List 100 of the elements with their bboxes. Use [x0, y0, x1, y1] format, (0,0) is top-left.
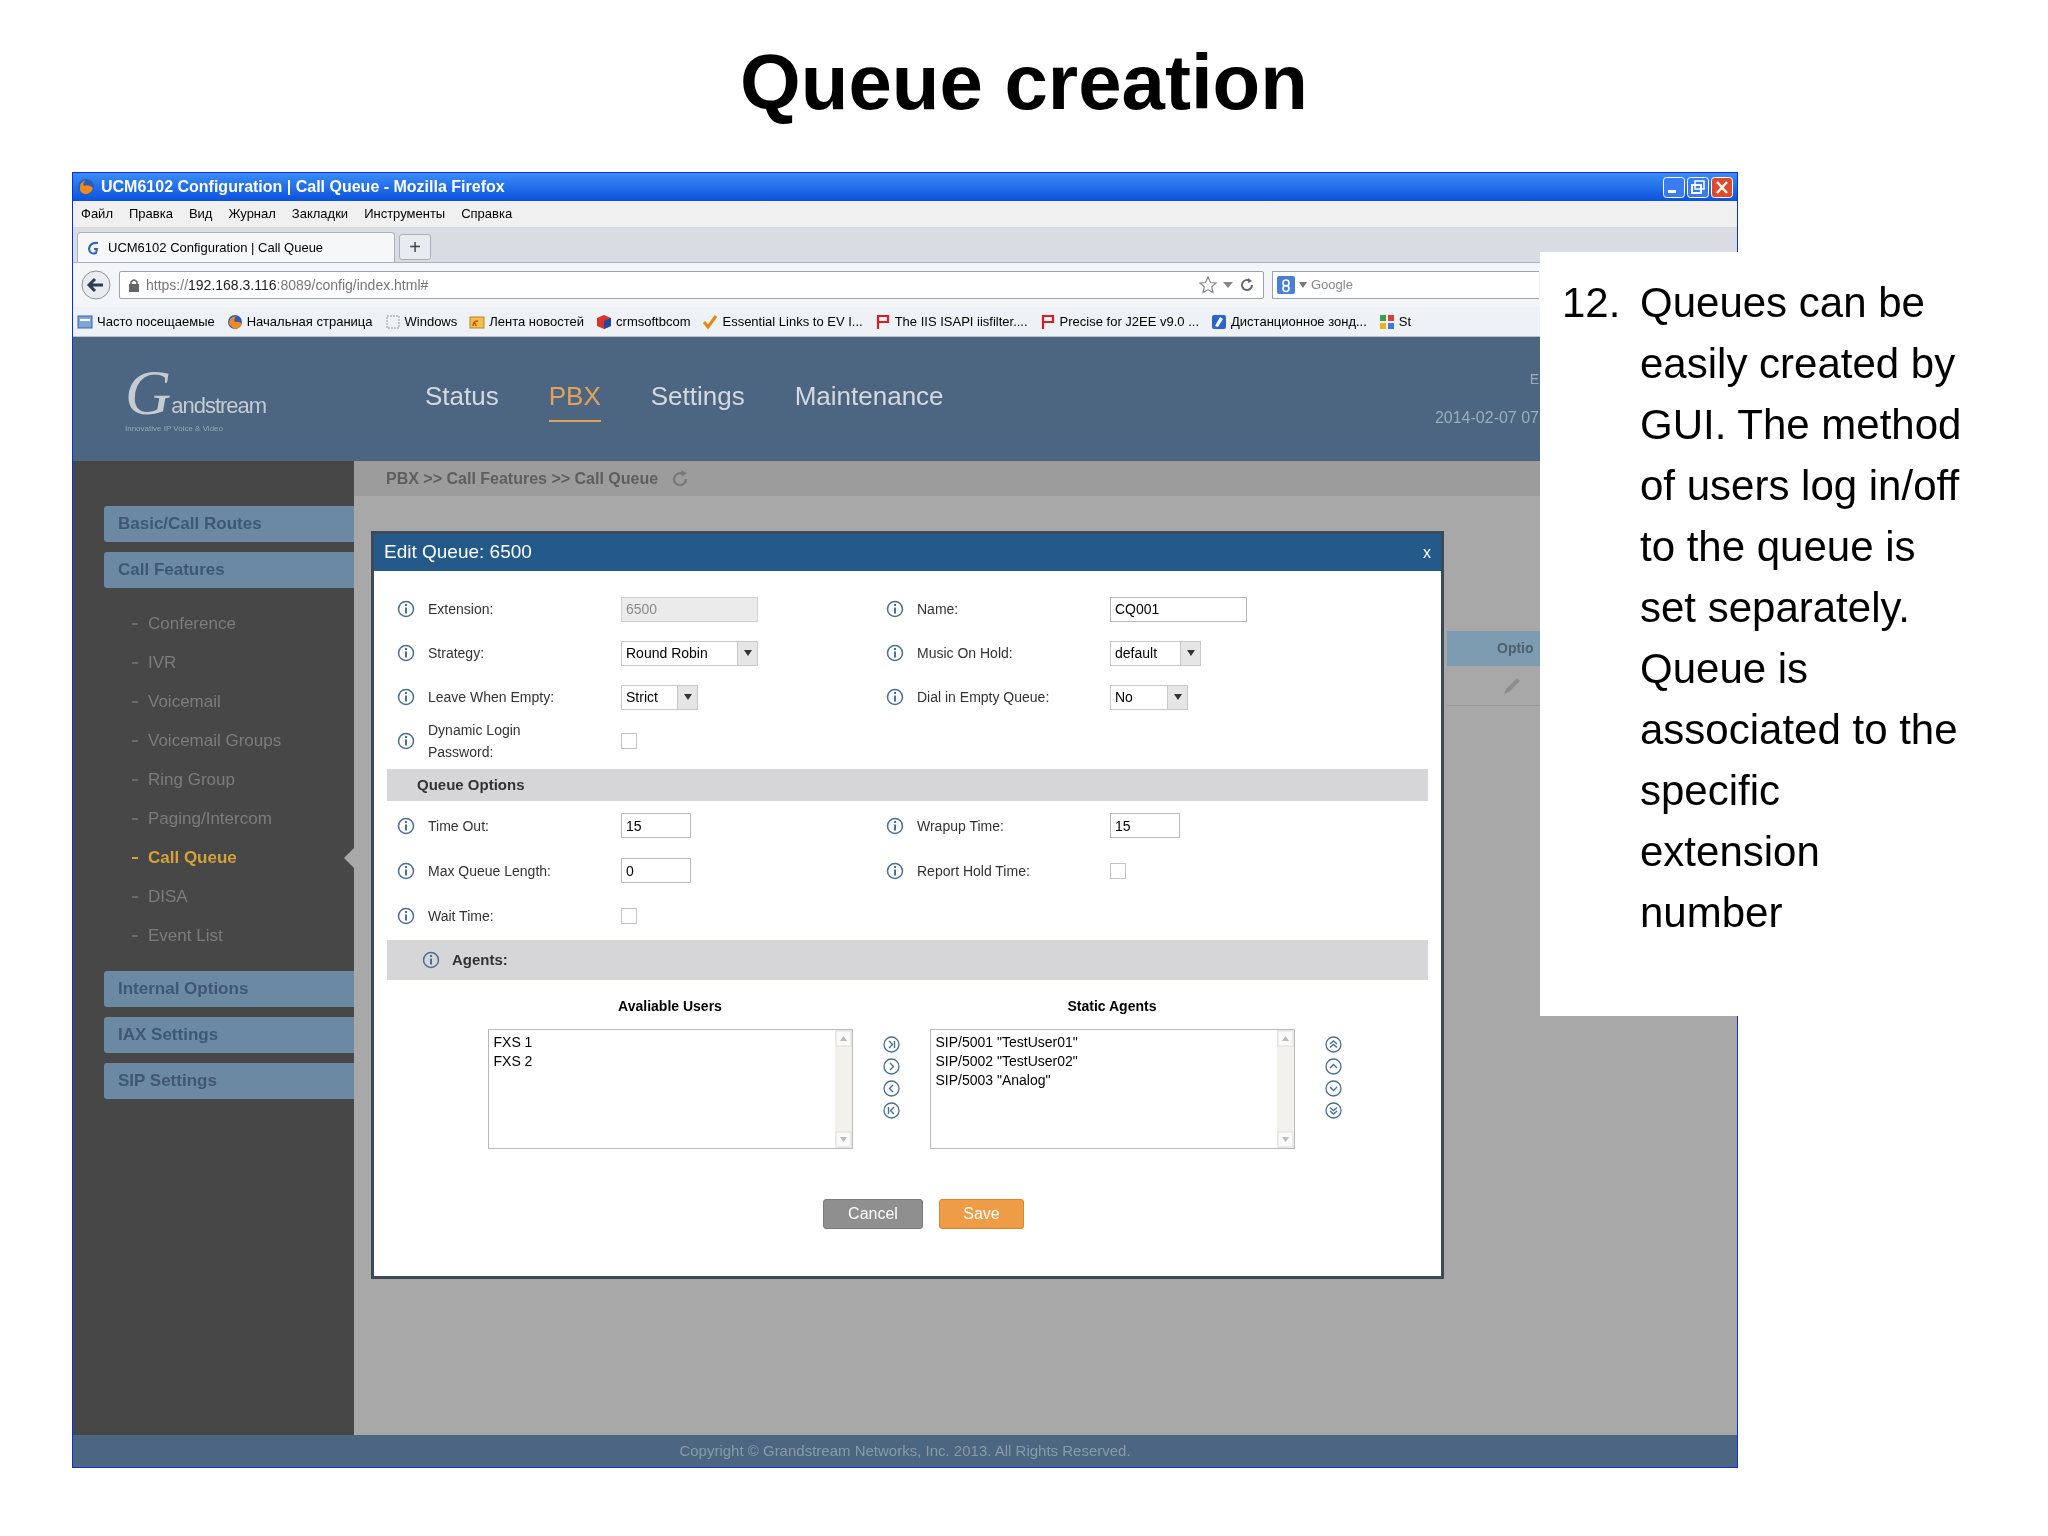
- info-icon[interactable]: [422, 951, 440, 969]
- chevron-right-icon[interactable]: [882, 1058, 900, 1075]
- cube-icon: [596, 313, 613, 330]
- nav-tab[interactable]: Maintenance: [794, 376, 944, 422]
- info-icon[interactable]: [397, 732, 415, 750]
- info-icon[interactable]: [397, 816, 415, 835]
- dropdown-icon[interactable]: [1223, 281, 1233, 289]
- bookmark-link[interactable]: Лента новостей: [489, 311, 585, 332]
- dropdown[interactable]: Round Robin: [621, 640, 758, 666]
- back-button[interactable]: [81, 270, 111, 300]
- bookmark-link[interactable]: Essential Links to EV I...: [722, 311, 863, 332]
- menu-item[interactable]: Закладки: [291, 204, 349, 224]
- scrollbar[interactable]: [1276, 1030, 1294, 1148]
- chevron-bar-right-icon[interactable]: [882, 1036, 900, 1053]
- checkbox[interactable]: [621, 907, 637, 924]
- reload-icon[interactable]: [1239, 277, 1255, 293]
- info-icon[interactable]: [397, 644, 415, 662]
- text-field[interactable]: CQ001: [1110, 596, 1247, 622]
- list-heading: Avaliable Users: [618, 997, 722, 1016]
- scrollbar[interactable]: [834, 1030, 852, 1148]
- dropdown[interactable]: No: [1110, 684, 1188, 710]
- info-icon[interactable]: [886, 644, 904, 662]
- chevron-left-icon[interactable]: [882, 1080, 900, 1097]
- search-input[interactable]: Google: [1311, 275, 1461, 295]
- logo: Gandstream Innovative IP Voice & Video: [125, 356, 268, 435]
- restore-button[interactable]: [1687, 176, 1709, 198]
- field-label: Strategy:: [428, 644, 486, 663]
- close-button[interactable]: [1711, 176, 1733, 198]
- flag-icon: [1039, 313, 1056, 330]
- double-chevron-up-icon[interactable]: [1324, 1036, 1342, 1053]
- star-icon[interactable]: [1199, 276, 1217, 294]
- globe-icon: [226, 313, 243, 330]
- section-title: Agents:: [452, 949, 508, 970]
- bookmark-link[interactable]: Precise for J2EE v9.0 ...: [1059, 311, 1200, 332]
- close-button[interactable]: x: [1423, 544, 1431, 561]
- blank-page-icon: [384, 313, 401, 330]
- field-label: Report Hold Time:: [917, 861, 1031, 881]
- bullet-icon: [132, 817, 138, 820]
- list-heading: Static Agents: [1067, 997, 1157, 1016]
- info-icon[interactable]: [397, 861, 415, 880]
- bookmark-link[interactable]: The IIS ISAPI iisfilter....: [894, 311, 1028, 332]
- user-label: E: [1529, 369, 1539, 389]
- info-icon[interactable]: [397, 906, 415, 925]
- info-icon[interactable]: [886, 600, 904, 618]
- field-label: Time Out:: [428, 816, 490, 836]
- info-icon[interactable]: [886, 688, 904, 706]
- list-item[interactable]: SIP/5003 "Analog": [935, 1071, 1277, 1090]
- list-item[interactable]: SIP/5002 "TestUser02": [935, 1052, 1277, 1071]
- text-field[interactable]: 15: [621, 813, 691, 838]
- info-icon[interactable]: [397, 600, 415, 618]
- browser-tab[interactable]: UCM6102 Configuration | Call Queue: [77, 232, 395, 262]
- menu-item[interactable]: Файл: [81, 204, 113, 224]
- new-tab-button[interactable]: +: [399, 234, 431, 260]
- bullet-icon: [132, 778, 138, 781]
- text-field[interactable]: 15: [1110, 813, 1180, 838]
- menu-item[interactable]: Справка: [461, 204, 513, 224]
- info-icon[interactable]: [886, 816, 904, 835]
- list-item[interactable]: FXS 2: [493, 1052, 835, 1071]
- bullet-icon: [132, 895, 138, 898]
- info-icon[interactable]: [397, 688, 415, 706]
- chevron-bar-left-icon[interactable]: [882, 1102, 900, 1119]
- field-label: Wait Time:: [428, 906, 495, 926]
- list-box[interactable]: SIP/5001 "TestUser01" SIP/5002 "TestUser02" SIP/5003 "Analog": [929, 1029, 1295, 1149]
- bookmark-link[interactable]: crmsoftbcom: [616, 311, 691, 332]
- checkbox[interactable]: [621, 733, 637, 749]
- minimize-button[interactable]: [1663, 176, 1685, 198]
- sidebar-item[interactable]: Call Queue: [148, 844, 237, 871]
- text-field[interactable]: 0: [621, 858, 691, 883]
- bookmark-link[interactable]: Дистанционное зонд...: [1231, 311, 1367, 332]
- list-box[interactable]: FXS 1 FXS 2: [487, 1029, 853, 1149]
- menu-item[interactable]: Инструменты: [364, 204, 446, 224]
- double-chevron-down-icon[interactable]: [1324, 1102, 1342, 1119]
- bullet-icon: [132, 700, 138, 703]
- bookmark-link[interactable]: Часто посещаемые: [97, 311, 215, 332]
- nav-tab[interactable]: Settings: [650, 376, 745, 422]
- list-item[interactable]: FXS 1: [493, 1033, 835, 1052]
- chevron-down-icon[interactable]: [1324, 1080, 1342, 1097]
- nav-tab[interactable]: Status: [425, 376, 499, 422]
- search-engine-icon[interactable]: [1277, 276, 1295, 294]
- caret-icon: [1186, 650, 1195, 656]
- info-icon[interactable]: [886, 861, 904, 880]
- address-bar[interactable]: https://192.168.3.116:8089/config/index.html#: [119, 271, 1264, 299]
- checkbox[interactable]: [1110, 862, 1126, 879]
- section-title: Queue Options: [417, 774, 525, 795]
- dropdown[interactable]: default: [1110, 640, 1201, 666]
- bookmark-link[interactable]: Начальная страница: [246, 311, 373, 332]
- column-header: Optio: [1447, 631, 1541, 666]
- menu-item[interactable]: Правка: [128, 204, 173, 224]
- menu-item[interactable]: Вид: [188, 204, 213, 224]
- menu-item[interactable]: Журнал: [228, 204, 276, 224]
- bookmark-link[interactable]: Windows: [404, 311, 458, 332]
- search-field[interactable]: Google: [1272, 271, 1539, 299]
- bullet-icon: [132, 661, 138, 664]
- bookmark-link[interactable]: St: [1398, 311, 1412, 332]
- list-number: 12.: [1562, 278, 1622, 328]
- dropdown-icon[interactable]: [1299, 282, 1307, 288]
- chevron-up-icon[interactable]: [1324, 1058, 1342, 1075]
- list-item[interactable]: SIP/5001 "TestUser01": [935, 1033, 1277, 1052]
- dialog-title: Edit Queue: 6500: [384, 540, 532, 565]
- dropdown[interactable]: Strict: [621, 684, 698, 710]
